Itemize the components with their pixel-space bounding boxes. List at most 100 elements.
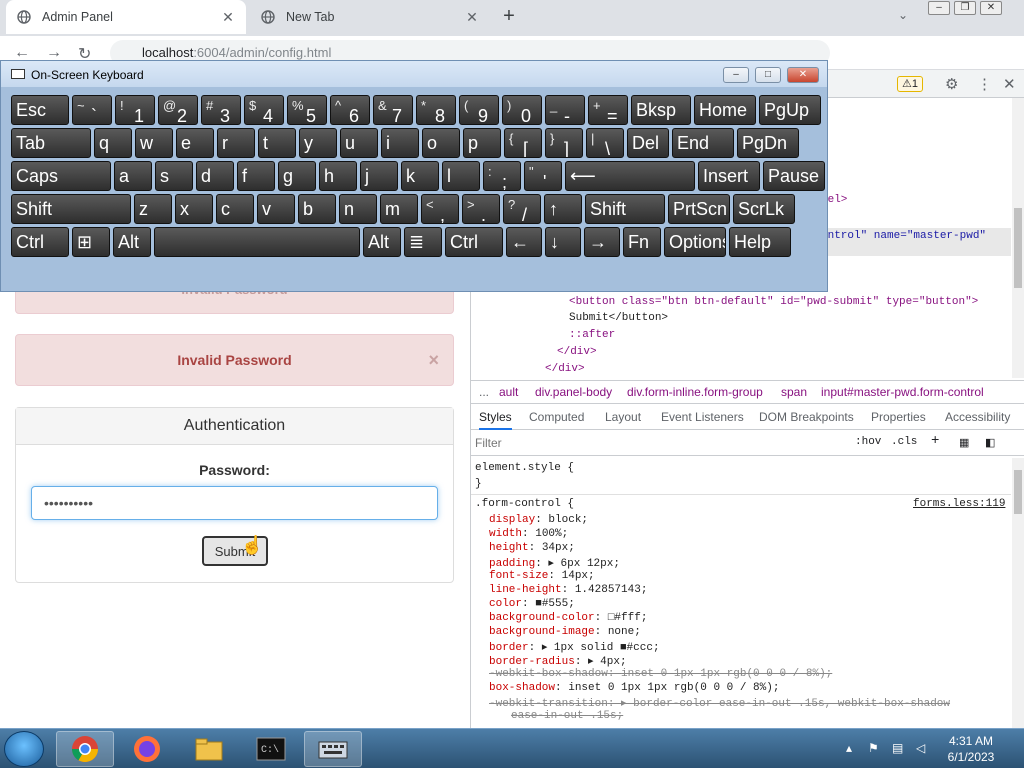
key-x[interactable]: x [175,194,213,224]
key-w[interactable]: w [135,128,173,158]
rule-selector[interactable]: .form-control { [475,498,574,510]
osk-maximize-button[interactable]: □ [755,67,781,83]
breadcrumb-item[interactable]: div.panel-body [535,385,612,399]
key-s[interactable]: s [155,161,193,191]
key-space[interactable] [154,227,360,257]
password-input[interactable] [31,486,438,520]
key-alt[interactable]: Alt [363,227,401,257]
key-9[interactable]: (9 [459,95,499,125]
css-declaration[interactable]: -webkit-box-shadow: inset 0 1px 1px rgb(… [489,668,832,680]
taskbar-explorer[interactable] [180,731,238,767]
code-line-selected[interactable]: ontrol" name="master-pwd" [821,228,1011,256]
key-0[interactable]: ) 0 [502,95,542,125]
key-symbol[interactable]: >. [462,194,500,224]
styles-scrollbar[interactable] [1012,458,1024,728]
key-del[interactable]: Del [627,128,669,158]
rule-source-link[interactable]: forms.less:119 [913,498,1005,510]
key-insert[interactable]: Insert [698,161,760,191]
key-caps[interactable]: Caps [11,161,111,191]
key-symbol[interactable]: ← [506,227,542,257]
key-j[interactable]: j [360,161,398,191]
key-symbol[interactable]: }] [545,128,583,158]
key-shift[interactable]: Shift [11,194,131,224]
tray-expand-icon[interactable]: ▴ [846,741,852,755]
key-y[interactable]: y [299,128,337,158]
key-5[interactable]: % 5 [287,95,327,125]
styles-filter-input[interactable] [475,436,835,450]
key-tab[interactable]: Tab [11,128,91,158]
css-declaration[interactable]: padding: ▸ 6px 12px; [489,556,620,570]
key-symbol[interactable]: {[ [504,128,542,158]
key-end[interactable]: End [672,128,734,158]
action-center-icon[interactable]: ⚑ [868,741,879,755]
key-b[interactable]: b [298,194,336,224]
maximize-icon[interactable]: ❐ [954,1,976,15]
warning-badge[interactable]: ⚠1 [897,76,923,92]
elements-scrollbar[interactable] [1012,98,1024,378]
key-8[interactable]: * 8 [416,95,456,125]
tab-computed[interactable]: Computed [529,410,584,424]
key-alt[interactable]: Alt [113,227,151,257]
key-scrlk[interactable]: ScrLk [733,194,795,224]
tab-layout[interactable]: Layout [605,410,641,424]
key-symbol[interactable]: ↓ [545,227,581,257]
breadcrumb-item[interactable]: span [781,385,807,399]
key-4[interactable]: $4 [244,95,284,125]
key-pgdn[interactable]: PgDn [737,128,799,158]
tab-accessibility[interactable]: Accessibility [945,410,1010,424]
taskbar-osk[interactable] [304,731,362,767]
new-rule-button[interactable]: + [931,433,939,449]
key-n[interactable]: n [339,194,377,224]
osk-close-button[interactable]: ✕ [787,67,819,83]
key-o[interactable]: o [422,128,460,158]
key-help[interactable]: Help [729,227,791,257]
close-alert-button[interactable]: × [428,335,439,385]
close-tab-icon[interactable]: ✕ [464,9,480,26]
sidebar-toggle-icon[interactable]: ◧ [985,436,995,450]
gear-icon[interactable]: ⚙ [945,75,958,93]
key-symbol[interactable]: + = [588,95,628,125]
taskbar-firefox[interactable] [118,731,176,767]
key-symbol[interactable]: | \ [586,128,624,158]
css-declaration[interactable]: line-height: 1.42857143; [489,584,647,596]
key-symbol[interactable]: ~ ` [72,95,112,125]
key-prtscn[interactable]: PrtScn [668,194,730,224]
key-r[interactable]: r [217,128,255,158]
css-declaration[interactable]: color: ■#555; [489,598,575,610]
key-m[interactable]: m [380,194,418,224]
cls-toggle[interactable]: .cls [891,436,917,448]
tab-event-listeners[interactable]: Event Listeners [661,410,744,424]
code-line[interactable]: <button class="btn btn-default" id="pwd-… [569,296,978,308]
system-clock[interactable]: 4:31 AM 6/1/2023 [940,733,1002,765]
tab-styles[interactable]: Styles [479,410,512,430]
key-home[interactable]: Home [694,95,756,125]
new-tab-button[interactable]: + [498,6,520,28]
more-icon[interactable]: ⋮ [977,75,992,93]
key-symbol[interactable]: <, [421,194,459,224]
key-2[interactable]: @2 [158,95,198,125]
css-declaration[interactable]: border-radius: ▸ 4px; [489,654,627,668]
taskbar-chrome[interactable] [56,731,114,767]
key-7[interactable]: & 7 [373,95,413,125]
start-button[interactable] [4,731,44,767]
key-q[interactable]: q [94,128,132,158]
scroll-thumb[interactable] [1014,208,1022,288]
key-ctrl[interactable]: Ctrl [445,227,503,257]
close-icon[interactable]: ✕ [980,1,1002,15]
css-declaration[interactable]: background-color: □#fff; [489,612,647,624]
key-z[interactable]: z [134,194,172,224]
tab-properties[interactable]: Properties [871,410,926,424]
scroll-thumb[interactable] [1014,470,1022,514]
key-shift[interactable]: Shift [585,194,665,224]
key-symbol[interactable]: ↑ [544,194,582,224]
key-k[interactable]: k [401,161,439,191]
css-declaration[interactable]: background-image: none; [489,626,641,638]
breadcrumb-item[interactable]: ault [499,385,518,399]
key-p[interactable]: p [463,128,501,158]
taskbar-cmd[interactable]: C:\ [242,731,300,767]
key-symbol[interactable]: ? / [503,194,541,224]
key-pgup[interactable]: PgUp [759,95,821,125]
key-d[interactable]: d [196,161,234,191]
code-line[interactable]: </div> [545,363,585,375]
osk-minimize-button[interactable]: – [723,67,749,83]
